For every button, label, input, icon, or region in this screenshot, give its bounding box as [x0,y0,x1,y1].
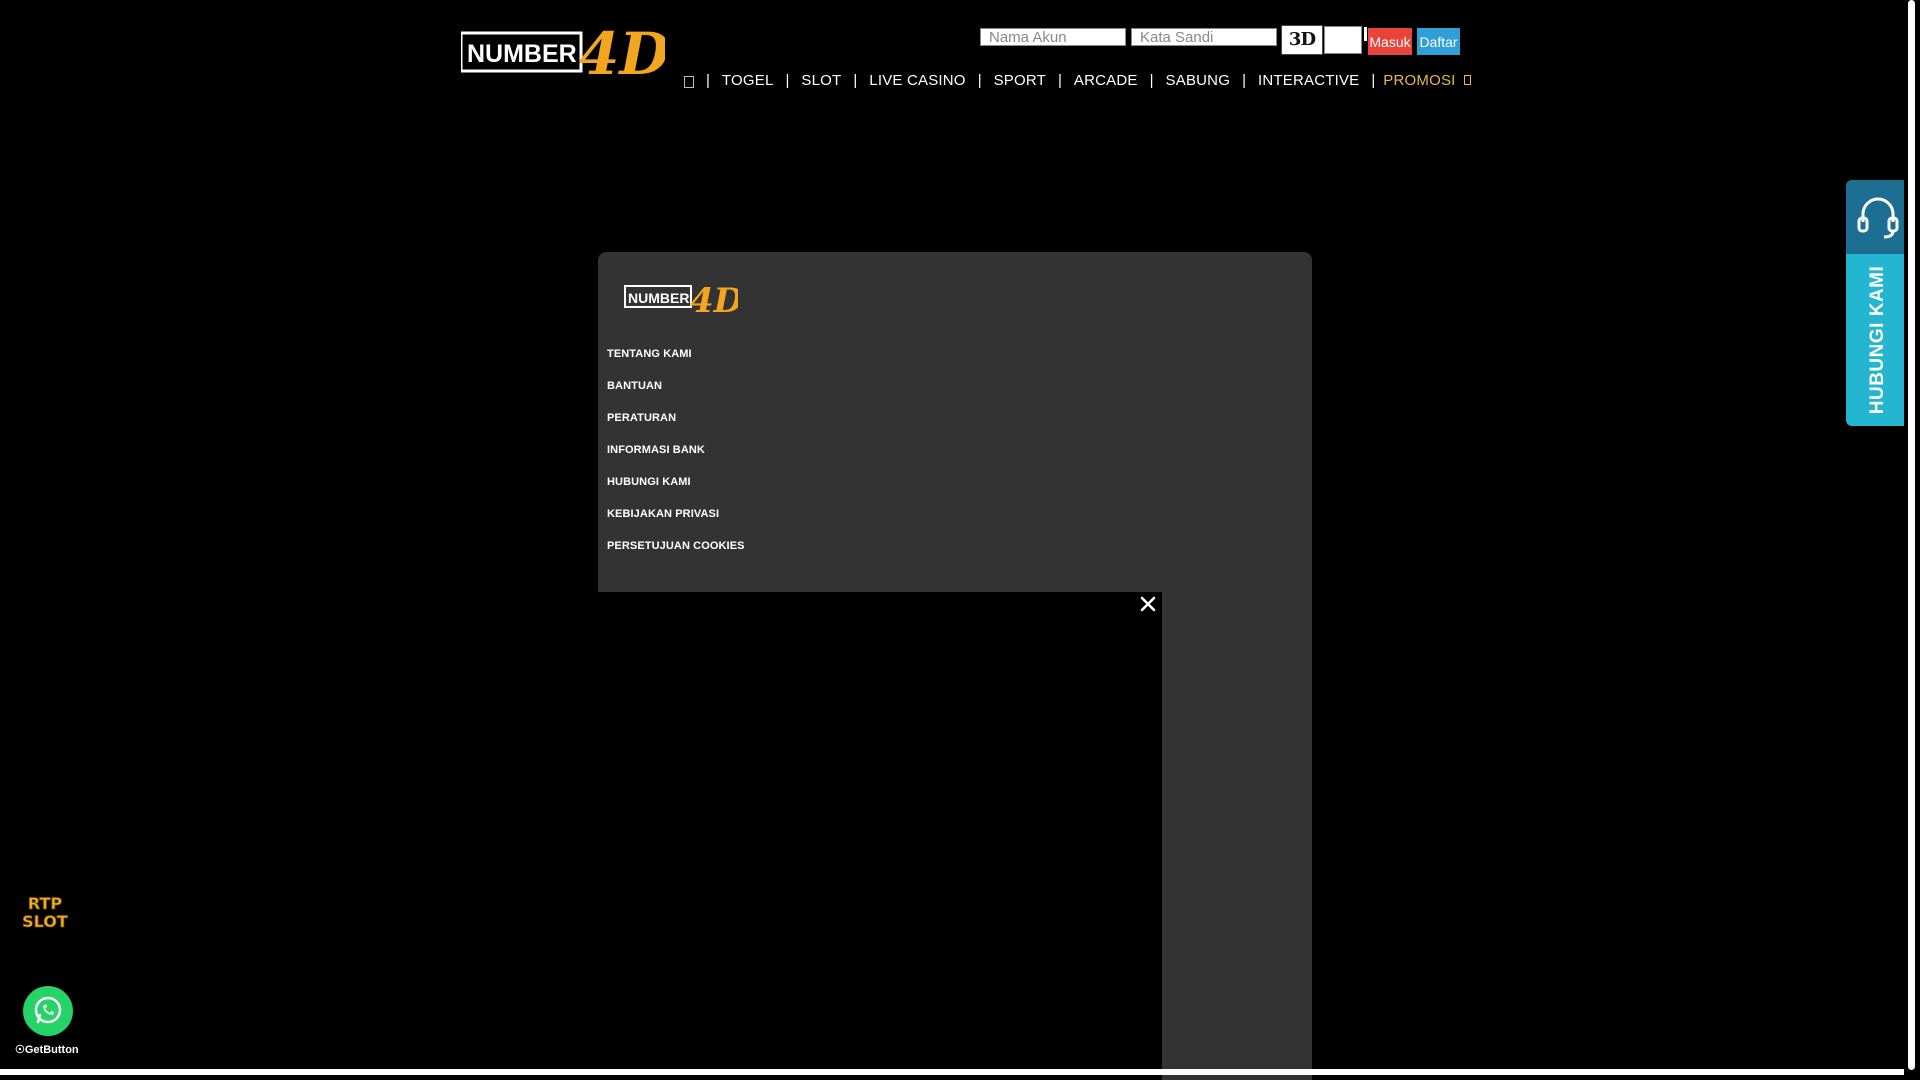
nav-separator: | [1149,71,1154,89]
nav-item-sabung[interactable]: SABUNG [1166,72,1231,89]
footer-link-item: PERATURAN [607,408,745,440]
whatsapp-button[interactable] [23,986,73,1036]
popup-video-box [598,592,1162,1080]
nav-item-interactive[interactable]: INTERACTIVE [1258,72,1359,89]
contact-label: HUBUNGI KAMI [1867,265,1888,415]
home-icon[interactable] [684,76,694,88]
bottom-strip [0,1069,1904,1075]
footer-link-item: TENTANG KAMI [607,344,745,376]
password-input[interactable] [1131,28,1277,46]
footer-links: TENTANG KAMI BANTUAN PERATURAN INFORMASI… [607,344,745,568]
getbutton-text: GetButton [24,1044,79,1056]
getbutton-logo-icon: ☉ [15,1044,25,1056]
footer-link-tentang-kami[interactable]: TENTANG KAMI [607,348,692,360]
rtp-slot-badge[interactable]: RTP SLOT [22,893,68,929]
nav-separator: | [1371,71,1376,89]
caret-bar [1364,27,1367,41]
nav-item-promosi[interactable]: PROMOSI [1383,72,1455,89]
svg-text:NUMBER: NUMBER [628,290,689,306]
footer-link-peraturan[interactable]: PERATURAN [607,412,676,424]
username-input[interactable] [980,28,1126,46]
nav-item-sport[interactable]: SPORT [994,72,1046,89]
footer-link-bantuan[interactable]: BANTUAN [607,380,662,392]
svg-text:NUMBER: NUMBER [467,40,577,68]
footer-link-item: KEBIJAKAN PRIVASI [607,504,745,536]
login-button[interactable]: Masuk [1368,28,1412,55]
headset-icon [1857,197,1899,239]
getbutton-label[interactable]: ☉GetButton [15,1043,79,1056]
svg-text:4D: 4D [579,20,665,82]
scrollbar-thumb[interactable] [1908,0,1915,1070]
footer-link-item: HUBUNGI KAMI [607,472,745,504]
nav-item-arcade[interactable]: ARCADE [1074,72,1138,89]
contact-tab-top [1846,180,1910,254]
nav-separator: | [853,71,858,89]
nav-separator: | [977,71,982,89]
nav-separator: | [1058,71,1062,89]
gift-icon [1463,75,1471,85]
whatsapp-icon [34,996,62,1024]
brand-logo[interactable]: NUMBER 4D [461,16,665,82]
svg-text:4D: 4D [690,281,738,316]
footer-link-informasi-bank[interactable]: INFORMASI BANK [607,444,705,456]
close-icon[interactable] [1138,594,1158,614]
page: NUMBER 4D 3D Masuk Daftar | TOGEL | SLOT… [0,0,1920,1080]
footer-link-persetujuan-cookies[interactable]: PERSETUJUAN COOKIES [607,540,745,552]
scrollbar[interactable] [1904,0,1920,1080]
footer-link-item: PERSETUJUAN COOKIES [607,536,745,568]
register-button[interactable]: Daftar [1417,28,1460,55]
nav-item-togel[interactable]: TOGEL [722,72,774,89]
nav-item-live-casino[interactable]: LIVE CASINO [869,72,965,89]
footer-link-kebijakan-privasi[interactable]: KEBIJAKAN PRIVASI [607,508,719,520]
nav-separator: | [1242,71,1246,89]
contact-tab[interactable]: HUBUNGI KAMI [1846,180,1910,426]
captcha-image: 3D [1281,25,1323,55]
nav-separator: | [785,71,790,89]
main-nav: | TOGEL | SLOT | LIVE CASINO | SPORT | A… [684,69,1471,91]
nav-item-slot[interactable]: SLOT [801,72,841,89]
footer-link-item: INFORMASI BANK [607,440,745,472]
footer-logo: NUMBER 4D [624,281,738,316]
footer-link-item: BANTUAN [607,376,745,408]
nav-separator: | [706,71,710,89]
footer-link-hubungi-kami[interactable]: HUBUNGI KAMI [607,476,691,488]
svg-text:RTP: RTP [28,894,63,913]
svg-text:SLOT: SLOT [22,912,68,929]
captcha-input[interactable] [1324,26,1362,54]
